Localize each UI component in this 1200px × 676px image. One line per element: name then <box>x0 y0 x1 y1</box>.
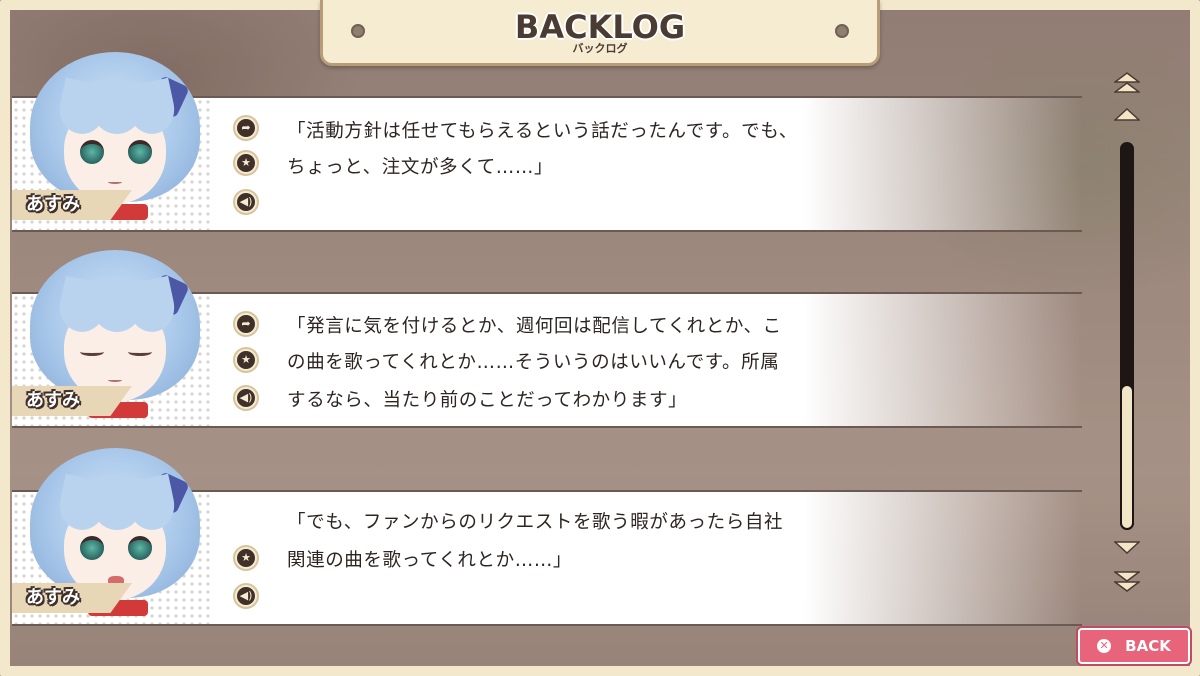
speaker-name: あすみ <box>26 390 80 411</box>
jump-button[interactable]: ➦ <box>233 311 259 337</box>
jump-icon: ➦ <box>237 315 255 333</box>
favorite-star-icon: ★ <box>237 154 255 172</box>
dialogue-line: の曲を歌ってくれとか……そういうのはいいんです。所属 <box>287 352 780 373</box>
scroll-to-top-button[interactable] <box>1114 72 1140 94</box>
favorite-star-icon: ★ <box>237 351 255 369</box>
favorite-star-icon: ★ <box>237 549 255 567</box>
speaker-name: あすみ <box>26 587 80 608</box>
scroll-down-icon <box>1114 541 1140 554</box>
favorite-button[interactable]: ★ <box>233 150 259 176</box>
voice-replay-button[interactable]: ◀) <box>233 189 259 215</box>
voice-replay-button[interactable]: ◀) <box>233 385 259 411</box>
scroll-up-button[interactable] <box>1114 108 1140 122</box>
voice-replay-icon: ◀) <box>237 193 255 211</box>
scrollbar-track[interactable] <box>1120 142 1134 530</box>
voice-replay-button[interactable]: ◀) <box>233 583 259 609</box>
speaker-name: あすみ <box>26 194 80 215</box>
dialogue-line: ちょっと、注文が多くて……」 <box>287 157 554 178</box>
page-subtitle: バックログ <box>572 42 628 55</box>
scroll-down-button[interactable] <box>1114 540 1140 554</box>
jump-icon: ➦ <box>237 119 255 137</box>
scroll-to-top-icon <box>1114 72 1140 93</box>
favorite-button[interactable]: ★ <box>233 347 259 373</box>
scroll-to-bottom-button[interactable] <box>1114 570 1140 592</box>
dialogue-line: するなら、当たり前のことだってわかります」 <box>287 390 688 411</box>
jump-button[interactable]: ➦ <box>233 115 259 141</box>
voice-replay-icon: ◀) <box>237 389 255 407</box>
dialogue-line: 「でも、ファンからのリクエストを歌う暇があったら自社 <box>287 512 784 533</box>
scroll-up-icon <box>1114 108 1140 121</box>
close-icon: ✕ <box>1097 639 1112 653</box>
voice-replay-icon: ◀) <box>237 587 255 605</box>
dialogue-line: 「発言に気を付けるとか、週何回は配信してくれとか、こ <box>287 316 782 337</box>
scroll-to-bottom-icon <box>1114 571 1140 592</box>
back-button-label: BACK <box>1125 637 1171 655</box>
favorite-button[interactable]: ★ <box>233 545 259 571</box>
dialogue-line: 「活動方針は任せてもらえるという話だったんです。でも、 <box>287 121 798 142</box>
back-button[interactable]: ✕ BACK <box>1078 628 1190 664</box>
backlog-header: BACKLOG バックログ <box>320 0 880 66</box>
scrollbar-thumb[interactable] <box>1120 384 1134 530</box>
dialogue-line: 関連の曲を歌ってくれとか……」 <box>287 550 573 571</box>
